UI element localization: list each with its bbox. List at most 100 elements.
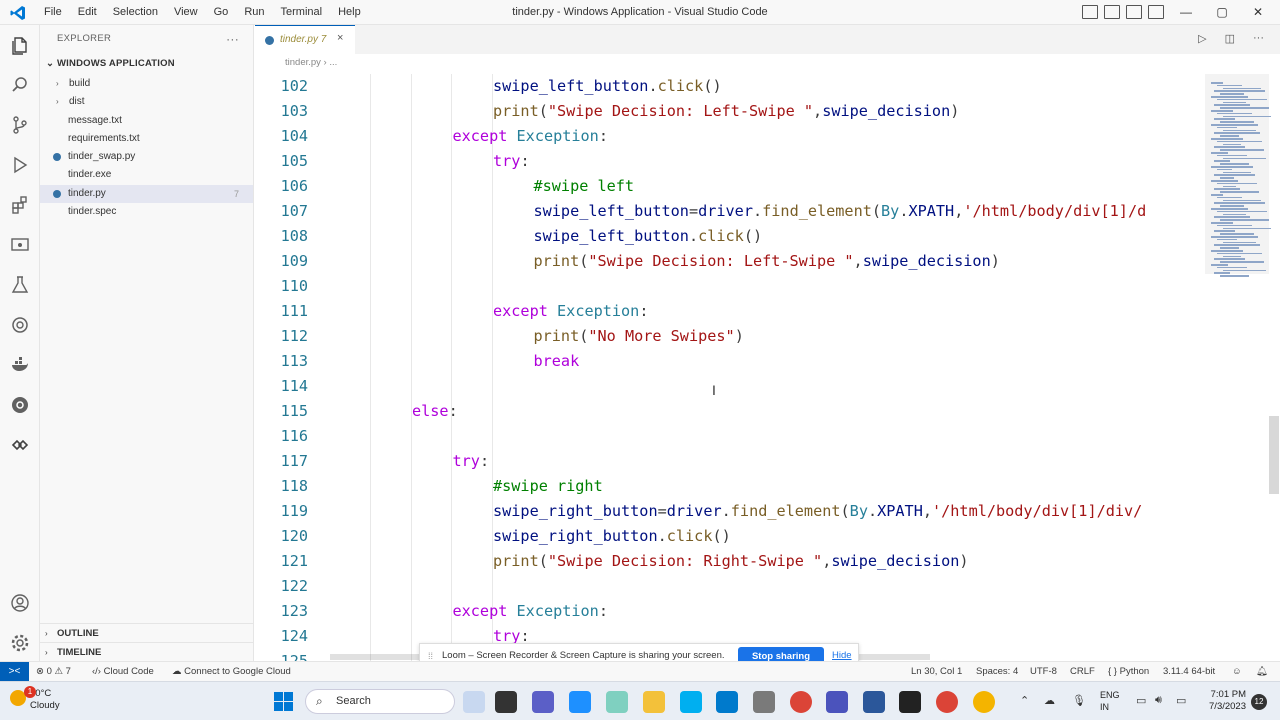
code-line[interactable]: 113 break [255,349,1205,374]
app-icon[interactable] [753,691,775,713]
minimap[interactable] [1205,74,1275,661]
word-icon[interactable] [863,691,885,713]
cloud-code-icon[interactable] [8,433,32,457]
extensions-icon[interactable] [8,193,32,217]
copilot-icon[interactable] [463,691,485,713]
code-line[interactable]: 104 except Exception: [255,124,1205,149]
menu-terminal[interactable]: Terminal [273,0,331,25]
code-line[interactable]: 110 [255,274,1205,299]
chrome-icon[interactable] [973,691,995,713]
indentation-setting[interactable]: Spaces: 4 [976,662,1018,681]
more-actions-icon[interactable]: ··· [226,25,239,53]
code-line[interactable]: 114 [255,374,1205,399]
menu-file[interactable]: File [36,0,70,25]
file-build[interactable]: › build [40,75,253,93]
accounts-icon[interactable] [8,591,32,615]
run-python-file-icon[interactable]: ▷ [1198,32,1206,45]
menu-edit[interactable]: Edit [70,0,105,25]
explorer-icon[interactable] [8,33,32,57]
system-clock[interactable]: 7:01 PM 7/3/2023 [1206,689,1246,713]
vertical-scrollbar[interactable] [1269,416,1279,494]
settings-gear-icon[interactable] [8,631,32,655]
file-message-txt[interactable]: message.txt [40,112,253,130]
timeline-section[interactable]: › TIMELINE [40,642,254,661]
remote-indicator-button[interactable]: >< [0,662,29,681]
code-line[interactable]: 109 print("Swipe Decision: Left-Swipe ",s… [255,249,1205,274]
encoding-setting[interactable]: UTF-8 [1030,662,1057,681]
python-interpreter[interactable]: 3.11.4 64-bit [1163,662,1215,681]
windows-start-icon[interactable] [274,692,293,711]
code-line[interactable]: 119 swipe_right_button=driver.find_elemen… [255,499,1205,524]
code-line[interactable]: 122 [255,574,1205,599]
more-actions-icon[interactable]: ··· [1253,32,1264,45]
app-icon[interactable] [569,691,591,713]
vscode-taskbar-icon[interactable] [716,691,738,713]
menu-run[interactable]: Run [236,0,272,25]
notifications-bell-icon[interactable]: 🔔︎ [1256,662,1268,681]
code-line[interactable]: 102 swipe_left_button.click() [255,74,1205,99]
code-line[interactable]: 121 print("Swipe Decision: Right-Swipe ",… [255,549,1205,574]
app-icon[interactable] [606,691,628,713]
code-line[interactable]: 123 except Exception: [255,599,1205,624]
menu-go[interactable]: Go [206,0,237,25]
project-folder-header[interactable]: ⌄ WINDOWS APPLICATION [40,53,253,75]
notification-badge[interactable]: 12 [1251,694,1267,710]
file-tinder-spec[interactable]: tinder.spec [40,203,253,221]
cloud-code-item[interactable]: ‹/› Cloud Code [92,662,154,681]
language-mode[interactable]: { } Python [1108,662,1149,681]
code-line[interactable]: 103 print("Swipe Decision: Left-Swipe ",s… [255,99,1205,124]
battery-icon[interactable]: ▭ [1176,694,1186,707]
close-window-button[interactable]: ✕ [1240,0,1276,25]
code-line[interactable]: 108 swipe_left_button.click() [255,224,1205,249]
code-line[interactable]: 118 #swipe right [255,474,1205,499]
microphone-icon[interactable]: 🎙︎ [1072,694,1086,707]
toggle-primary-sidebar-icon[interactable] [1082,5,1098,19]
split-editor-icon[interactable]: ◫ [1225,32,1235,45]
run-debug-icon[interactable] [8,153,32,177]
testing-icon[interactable] [8,273,32,297]
teams-icon[interactable] [826,691,848,713]
problems-indicator[interactable]: ⊗ 0 ⚠ 7 [36,662,71,681]
code-line[interactable]: 105 try: [255,149,1205,174]
code-editor[interactable]: 102 swipe_left_button.click() 103 print("Sw… [255,74,1280,661]
remote-explorer-icon[interactable] [8,233,32,257]
maximize-button[interactable]: ▢ [1204,0,1240,25]
terminal-icon[interactable] [899,691,921,713]
toggle-secondary-sidebar-icon[interactable] [1126,5,1142,19]
chrome-icon[interactable] [790,691,812,713]
source-control-icon[interactable] [8,113,32,137]
menu-selection[interactable]: Selection [105,0,166,25]
search-icon[interactable] [8,73,32,97]
taskbar-search-box[interactable]: ⌕ Search [305,689,455,714]
tab-close-icon[interactable]: × [337,32,343,44]
code-line[interactable]: 111 except Exception: [255,299,1205,324]
code-line[interactable]: 106 #swipe left [255,174,1205,199]
eol-setting[interactable]: CRLF [1070,662,1095,681]
kubernetes-icon[interactable] [8,393,32,417]
customize-layout-icon[interactable] [1148,5,1164,19]
show-hidden-icons-icon[interactable]: ⌃ [1020,694,1029,707]
minimize-button[interactable]: — [1168,0,1204,25]
code-line[interactable]: 107 swipe_left_button=driver.find_element… [255,199,1205,224]
onedrive-icon[interactable]: ☁ [1044,694,1055,707]
openai-icon[interactable] [8,313,32,337]
toggle-panel-icon[interactable] [1104,5,1120,19]
menu-help[interactable]: Help [330,0,369,25]
network-icon[interactable]: ▭ [1136,694,1146,707]
file-dist[interactable]: › dist [40,93,253,111]
language-indicator[interactable]: ENG IN [1100,689,1120,713]
hide-link[interactable]: Hide [832,650,852,661]
drag-handle-icon[interactable]: ⁞⁞ [428,651,433,661]
outline-section[interactable]: › OUTLINE [40,623,254,642]
tab-tinder-py[interactable]: tinder.py 7 × [255,25,355,54]
chrome-icon[interactable] [936,691,958,713]
weather-widget[interactable]: 1 30°C Cloudy [10,686,60,712]
file-requirements-txt[interactable]: requirements.txt [40,130,253,148]
code-line[interactable]: 115 else: [255,399,1205,424]
code-line[interactable]: 117 try: [255,449,1205,474]
skype-icon[interactable] [680,691,702,713]
volume-icon[interactable]: 🔊︎ [1155,694,1162,707]
code-line[interactable]: 120 swipe_right_button.click() [255,524,1205,549]
google-cloud-item[interactable]: ☁ Connect to Google Cloud [172,662,291,681]
file-tinder-swap-py[interactable]: tinder_swap.py [40,148,253,166]
